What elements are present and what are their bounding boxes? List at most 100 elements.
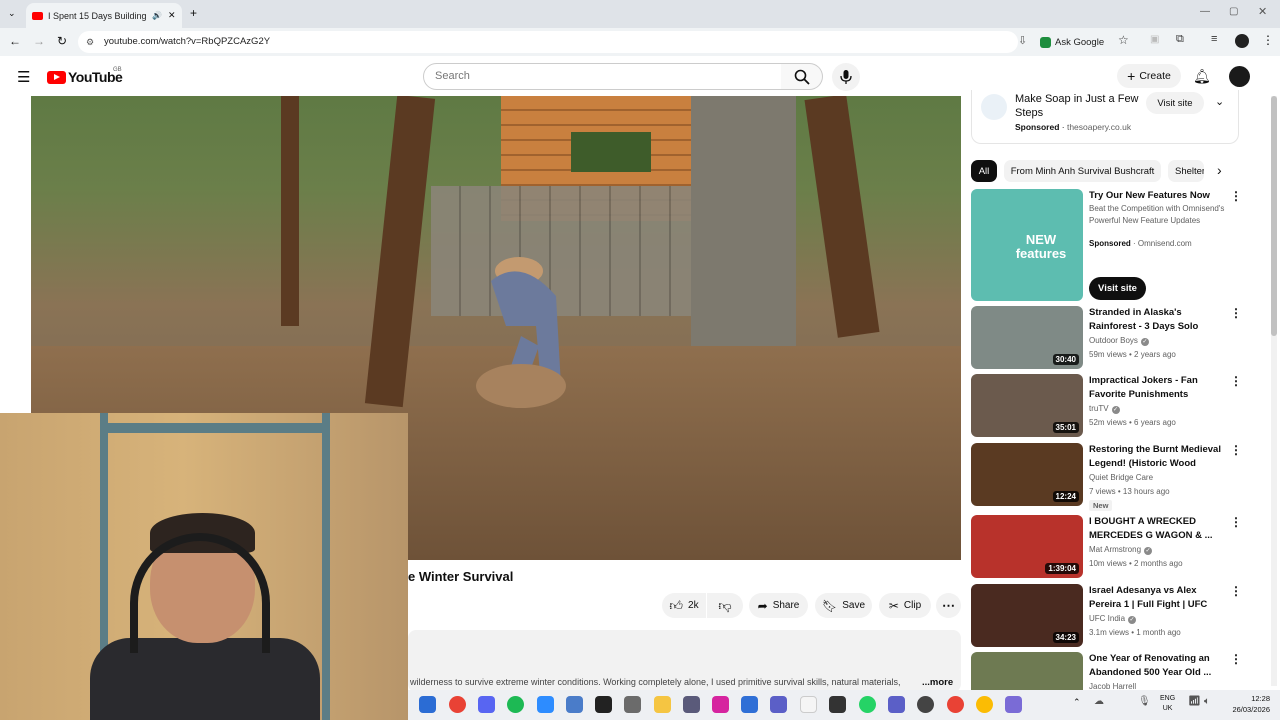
search-input[interactable]: Search — [423, 63, 782, 90]
whatsapp-icon[interactable] — [859, 696, 876, 713]
video-menu-icon[interactable]: ⋮ — [1230, 515, 1242, 529]
calculator-icon[interactable] — [741, 696, 758, 713]
video-thumbnail[interactable] — [971, 652, 1083, 690]
taskbar-app-icon[interactable] — [419, 696, 436, 713]
visit-site-button[interactable]: Visit site — [1089, 277, 1146, 300]
taskbar-app-icon[interactable] — [1005, 696, 1022, 713]
video-title[interactable]: Israel Adesanya vs Alex Pereira 1 | Full… — [1089, 584, 1224, 611]
notepad-icon[interactable] — [800, 696, 817, 713]
channel-name[interactable]: UFC India ✓ — [1089, 614, 1137, 624]
video-menu-icon[interactable]: ⋮ — [1230, 652, 1241, 666]
recommended-video[interactable]: 1:39:04 I BOUGHT A WRECKED MERCEDES G WA… — [971, 515, 1242, 580]
chevron-down-icon[interactable]: ⌄ — [1215, 95, 1224, 108]
zoom-icon[interactable] — [537, 696, 554, 713]
create-button[interactable]: + Create — [1117, 64, 1181, 88]
address-bar[interactable]: ⚙ youtube.com/watch?v=RbQPZCAzG2Y — [78, 31, 1018, 53]
instagram-icon[interactable] — [712, 696, 729, 713]
recommended-video[interactable]: 35:01 Impractical Jokers - Fan Favorite … — [971, 374, 1242, 439]
chip-all[interactable]: All — [971, 160, 997, 182]
file-explorer-icon[interactable] — [654, 696, 671, 713]
taskbar-app-icon[interactable] — [829, 696, 846, 713]
back-icon[interactable]: ← — [9, 34, 21, 48]
tab-list-icon[interactable]: ⌄ — [8, 8, 16, 19]
channel-name[interactable]: Outdoor Boys ✓ — [1089, 336, 1149, 346]
chip-shelter[interactable]: Shelter — [1168, 160, 1204, 182]
share-button[interactable]: ➦ Share — [749, 593, 808, 618]
window-close-icon[interactable]: ✕ — [1258, 5, 1267, 18]
browser-menu-icon[interactable]: ⋮ — [1262, 33, 1274, 47]
browser-tab-active[interactable]: I Spent 15 Days Building a V 🔊 ✕ — [26, 3, 182, 28]
chrome-icon[interactable] — [449, 696, 466, 713]
ad-menu-icon[interactable]: ⋮ — [1230, 189, 1242, 203]
forward-icon[interactable]: → — [33, 34, 45, 48]
like-button[interactable]: 👍︎ 2k — [662, 593, 706, 618]
video-title[interactable]: Impractical Jokers - Fan Favorite Punish… — [1089, 374, 1224, 401]
channel-name[interactable]: truTV ✓ — [1089, 404, 1120, 414]
capcut-icon[interactable] — [595, 696, 612, 713]
ad-thumbnail[interactable]: NEW features — [971, 189, 1083, 301]
ad-title[interactable]: Make Soap in Just a Few Steps — [1015, 92, 1140, 120]
video-thumbnail[interactable]: 1:39:04 — [971, 515, 1083, 578]
volume-icon[interactable]: 🔈︎ — [1204, 696, 1210, 707]
taskbar-app-icon[interactable] — [566, 696, 583, 713]
video-thumbnail[interactable]: 35:01 — [971, 374, 1083, 437]
save-button[interactable]: 🔖︎ Save — [815, 593, 872, 618]
reading-list-icon[interactable]: ≡ — [1211, 33, 1217, 45]
site-info-icon[interactable]: ⚙ — [86, 31, 94, 53]
tab-close-icon[interactable]: ✕ — [168, 10, 176, 21]
cloud-icon[interactable]: ☁ — [1094, 696, 1104, 707]
video-menu-icon[interactable]: ⋮ — [1230, 443, 1242, 457]
video-menu-icon[interactable]: ⋮ — [1230, 584, 1242, 598]
video-title[interactable]: Stranded in Alaska's Rainforest - 3 Days… — [1089, 306, 1224, 333]
youtube-logo[interactable]: YouTube GB — [47, 67, 123, 85]
search-button[interactable] — [781, 63, 823, 90]
voice-search-button[interactable] — [832, 63, 860, 91]
channel-name[interactable]: Jacob Harrell — [1089, 682, 1136, 690]
profile-avatar[interactable] — [1235, 34, 1249, 48]
spotify-icon[interactable] — [507, 696, 524, 713]
ask-google-button[interactable]: Ask Google — [1040, 33, 1104, 51]
notifications-bell-icon[interactable]: 🔔︎ — [1193, 68, 1211, 85]
more-actions-button[interactable]: ⋯ — [936, 593, 961, 618]
account-avatar[interactable] — [1229, 66, 1250, 87]
bookmark-star-icon[interactable]: ☆ — [1118, 33, 1129, 47]
chip-from-channel[interactable]: From Minh Anh Survival Bushcraft — [1004, 160, 1161, 182]
new-tab-icon[interactable]: + — [190, 6, 197, 20]
clip-button[interactable]: ✂ Clip — [879, 593, 931, 618]
install-app-icon[interactable]: ⇩ — [1018, 34, 1027, 47]
video-title[interactable]: One Year of Renovating an Abandoned 500 … — [1089, 652, 1224, 679]
ad-title[interactable]: Try Our New Features Now — [1089, 189, 1224, 203]
extension-k-icon[interactable]: ▣ — [1150, 34, 1159, 45]
teams-icon[interactable] — [888, 696, 905, 713]
channel-name[interactable]: Quiet Bridge Care — [1089, 473, 1153, 482]
taskbar-app-icon[interactable] — [917, 696, 934, 713]
video-menu-icon[interactable]: ⋮ — [1230, 374, 1242, 388]
channel-name[interactable]: Mat Armstrong ✓ — [1089, 545, 1153, 555]
page-scrollbar[interactable] — [1271, 96, 1277, 686]
maximize-icon[interactable]: ▢ — [1229, 6, 1238, 17]
video-title[interactable]: I BOUGHT A WRECKED MERCEDES G WAGON & ..… — [1089, 515, 1224, 542]
video-thumbnail[interactable]: 30:40 — [971, 306, 1083, 369]
audio-icon[interactable]: 🔊 — [152, 11, 162, 20]
reload-icon[interactable]: ↻ — [57, 34, 67, 48]
hamburger-menu-icon[interactable]: ☰ — [17, 68, 30, 86]
visit-site-button[interactable]: Visit site — [1146, 92, 1204, 114]
recommended-video[interactable]: 12:24 Restoring the Burnt Medieval Legen… — [971, 443, 1242, 513]
minimize-icon[interactable]: — — [1200, 6, 1210, 17]
tray-chevron-up-icon[interactable]: ⌃ — [1073, 697, 1081, 708]
description-more-link[interactable]: ...more — [922, 677, 953, 688]
video-menu-icon[interactable]: ⋮ — [1230, 306, 1242, 320]
microphone-tray-icon[interactable]: 🎙︎ — [1138, 696, 1151, 707]
chrome-icon[interactable] — [976, 696, 993, 713]
video-thumbnail[interactable]: 34:23 — [971, 584, 1083, 647]
recommended-video[interactable]: 34:23 Israel Adesanya vs Alex Pereira 1 … — [971, 584, 1242, 649]
extensions-puzzle-icon[interactable]: ⧉ — [1176, 33, 1184, 46]
recommended-video[interactable]: One Year of Renovating an Abandoned 500 … — [971, 652, 1241, 690]
scrollbar-thumb[interactable] — [1271, 96, 1277, 336]
system-clock[interactable]: 12:28 26/03/2026 — [1222, 693, 1270, 715]
chrome-icon[interactable] — [947, 696, 964, 713]
taskbar-app-icon[interactable] — [624, 696, 641, 713]
discord-icon[interactable] — [478, 696, 495, 713]
video-title[interactable]: Restoring the Burnt Medieval Legend! (Hi… — [1089, 443, 1224, 470]
video-thumbnail[interactable]: 12:24 — [971, 443, 1083, 506]
